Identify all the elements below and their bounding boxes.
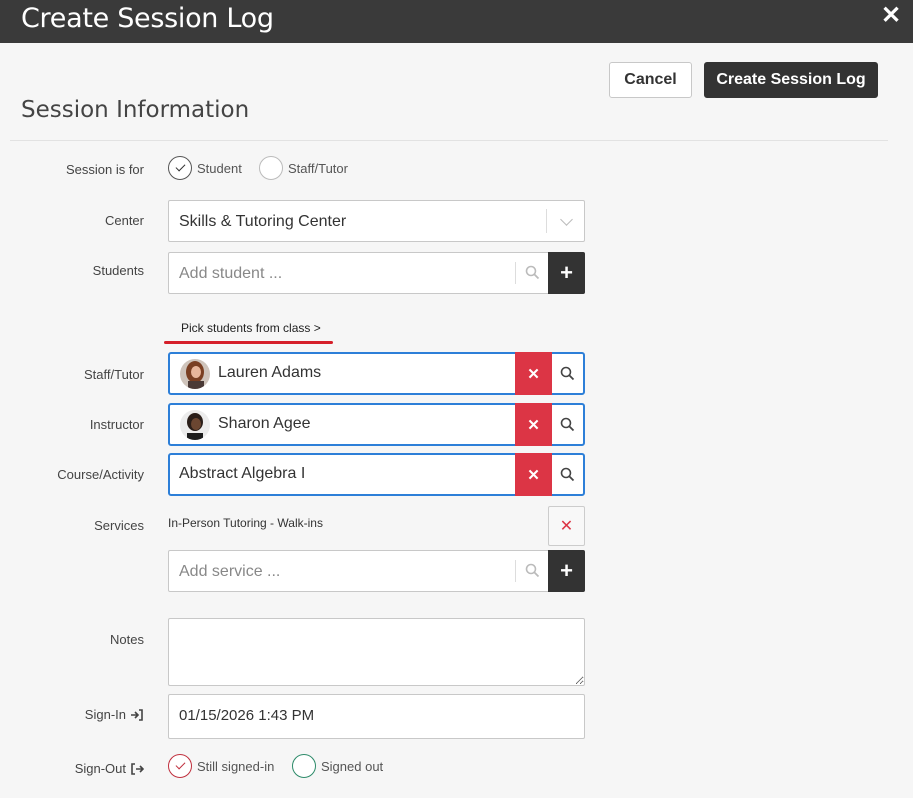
search-icon[interactable] — [552, 405, 583, 444]
add-student-button[interactable]: + — [548, 252, 585, 294]
clear-course-button[interactable]: ✕ — [515, 453, 552, 496]
radio-student[interactable]: Student — [168, 156, 242, 180]
students-input[interactable]: Add student ... + — [168, 252, 585, 294]
instructor-label: Instructor — [89, 417, 144, 432]
notes-textarea[interactable] — [168, 618, 585, 686]
radio-still-signed-in[interactable]: Still signed-in — [168, 754, 274, 778]
dialog-title: Create Session Log — [21, 3, 274, 34]
radio-signed-out[interactable]: Signed out — [292, 754, 383, 778]
session-for-label: Session is for — [65, 162, 144, 177]
staff-tutor-value: Lauren Adams — [218, 364, 322, 381]
sign-out-label: Sign-Out — [75, 761, 144, 776]
center-label: Center — [104, 213, 144, 228]
clear-instructor-button[interactable]: ✕ — [515, 403, 552, 446]
sign-in-label: Sign-In — [85, 707, 144, 722]
search-icon[interactable] — [525, 265, 540, 285]
radio-checked-icon — [168, 754, 192, 778]
avatar — [180, 410, 210, 440]
center-select[interactable]: Skills & Tutoring Center — [168, 200, 585, 242]
close-icon[interactable]: ✕ — [877, 4, 905, 32]
sign-in-label-text: Sign-In — [84, 707, 126, 722]
cancel-button[interactable]: Cancel — [609, 62, 692, 98]
service-placeholder: Add service ... — [179, 563, 281, 580]
sign-in-value: 01/15/2026 1:43 PM — [179, 707, 315, 724]
avatar — [180, 359, 210, 389]
highlight-underline — [164, 341, 333, 344]
course-value: Abstract Algebra I — [179, 465, 306, 482]
radio-signed-out-label: Signed out — [321, 758, 384, 774]
radio-staff-tutor-label: Staff/Tutor — [288, 160, 348, 176]
staff-tutor-label: Staff/Tutor — [84, 367, 144, 382]
course-field[interactable]: Abstract Algebra I ✕ — [168, 453, 585, 496]
remove-service-button[interactable]: ✕ — [548, 506, 585, 546]
radio-student-label: Student — [197, 160, 242, 176]
instructor-field[interactable]: Sharon Agee ✕ — [168, 403, 585, 446]
radio-unchecked-icon — [259, 156, 283, 180]
radio-still-signed-in-label: Still signed-in — [197, 758, 275, 774]
students-placeholder: Add student ... — [179, 265, 283, 282]
search-icon[interactable] — [552, 354, 583, 393]
clear-staff-tutor-button[interactable]: ✕ — [515, 352, 552, 395]
sign-out-icon — [131, 762, 144, 775]
radio-unchecked-icon — [292, 754, 316, 778]
section-divider — [10, 140, 888, 141]
search-icon[interactable] — [552, 455, 583, 494]
add-service-button[interactable]: + — [548, 550, 585, 592]
students-label: Students — [92, 263, 144, 278]
service-input[interactable]: Add service ... + — [168, 550, 585, 592]
title-bar: Create Session Log ✕ — [0, 0, 913, 43]
services-label: Services — [94, 518, 144, 533]
pick-students-link[interactable]: Pick students from class > — [181, 321, 321, 335]
instructor-value: Sharon Agee — [218, 415, 311, 432]
radio-checked-icon — [168, 156, 192, 180]
course-label: Course/Activity — [57, 467, 144, 482]
staff-tutor-field[interactable]: Lauren Adams ✕ — [168, 352, 585, 395]
service-item: In-Person Tutoring - Walk-ins — [168, 516, 323, 530]
search-icon[interactable] — [525, 563, 540, 583]
notes-label: Notes — [110, 632, 144, 647]
chevron-down-icon[interactable] — [560, 213, 573, 226]
center-value: Skills & Tutoring Center — [179, 213, 347, 230]
sign-in-field[interactable]: 01/15/2026 1:43 PM — [168, 694, 585, 739]
create-session-log-button[interactable]: Create Session Log — [704, 62, 878, 98]
section-title: Session Information — [21, 97, 250, 123]
sign-out-label-text: Sign-Out — [74, 761, 126, 776]
radio-staff-tutor[interactable]: Staff/Tutor — [259, 156, 348, 180]
sign-in-icon — [131, 708, 143, 721]
